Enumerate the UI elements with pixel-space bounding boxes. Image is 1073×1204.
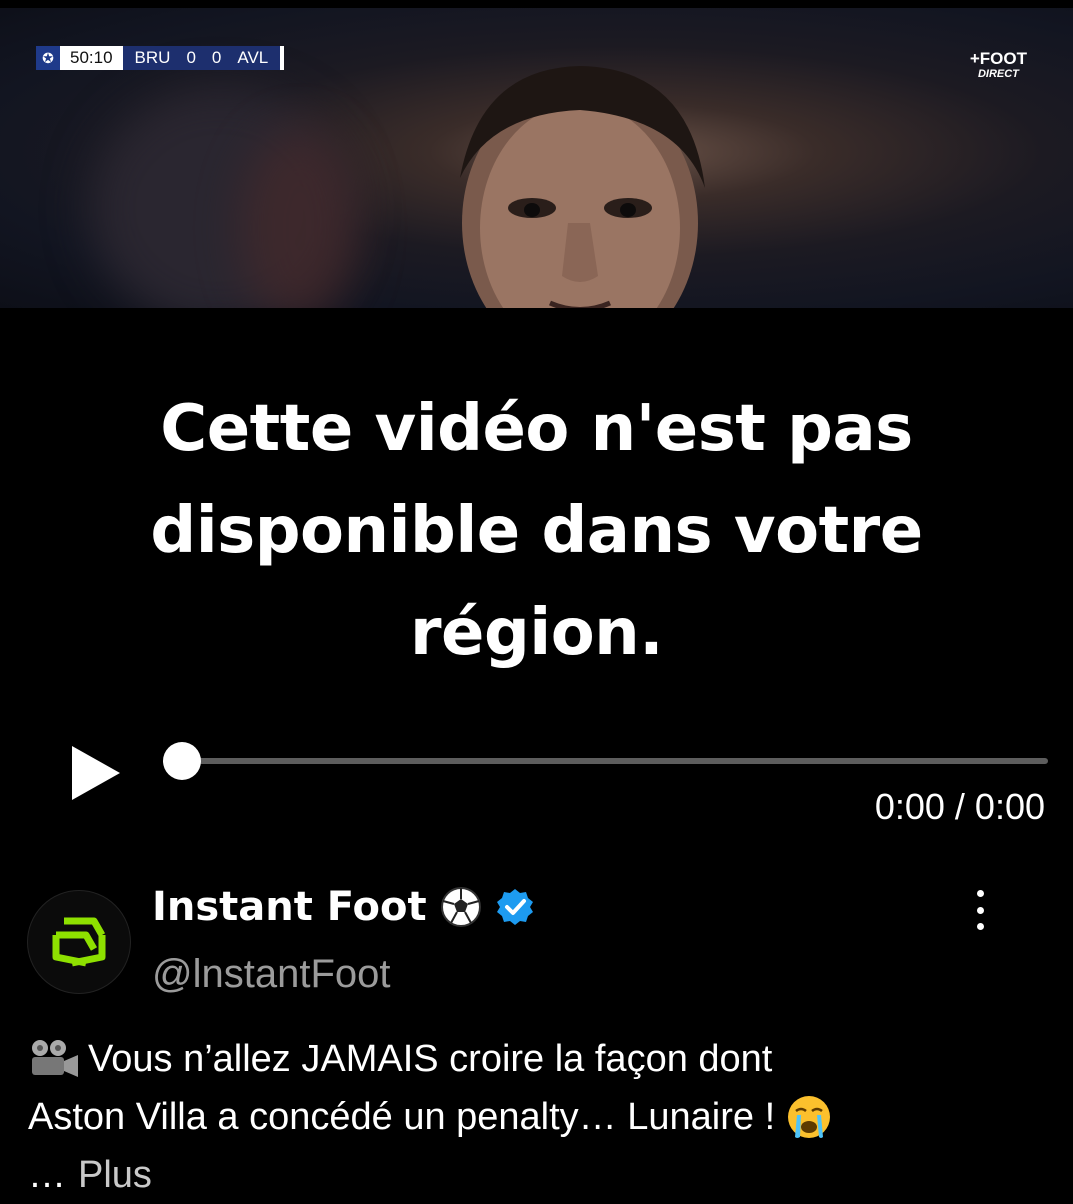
home-score: 0	[186, 48, 196, 67]
dot	[976, 890, 984, 897]
tweet-line: … Plus	[28, 1146, 1048, 1204]
match-clock: 50:10	[60, 46, 123, 70]
crying-face-icon	[785, 1093, 833, 1141]
scoreboard-edge	[280, 46, 285, 70]
show-more-link[interactable]: Plus	[78, 1146, 152, 1204]
scoreboard: ✪ 50:10 BRU 0 0 AVL	[36, 46, 285, 70]
tweet-text-line1: Vous n’allez JAMAIS croire la façon dont	[88, 1038, 773, 1080]
background-blur	[240, 128, 360, 308]
soccer-ball-icon	[439, 885, 483, 929]
video-unavailable-message: Cette vidéo n'est pas disponible dans vo…	[150, 392, 923, 670]
player-face-image	[460, 66, 705, 308]
author-handle[interactable]: @lnstantFoot	[152, 952, 391, 997]
more-vertical-icon[interactable]	[966, 890, 994, 930]
channel-logo: +FOOT DIRECT	[970, 50, 1027, 80]
display-name[interactable]: Instant Foot	[152, 884, 427, 930]
tweet-line: Aston Villa a concédé un penalty… Lunair…	[28, 1088, 1048, 1146]
champions-league-icon: ✪	[36, 46, 60, 70]
movie-camera-icon	[28, 1039, 80, 1079]
time-readout: 0:00 / 0:00	[874, 786, 1045, 827]
scrubber-handle[interactable]	[163, 742, 201, 780]
score-teams: BRU 0 0 AVL	[122, 46, 281, 70]
progress-track[interactable]	[182, 758, 1048, 764]
away-score: 0	[211, 48, 222, 67]
tweet-text-line2: Aston Villa a concédé un penalty… Lunair…	[28, 1096, 776, 1138]
away-team: AVL	[237, 48, 269, 67]
video-thumbnail[interactable]: ✪ 50:10 BRU 0 0 AVL +FOOT DIRECT	[0, 8, 1073, 308]
dot	[976, 923, 984, 930]
instant-foot-logo-icon	[52, 917, 106, 967]
author-name-row[interactable]: Instant Foot	[152, 884, 535, 930]
tweet-text: Vous n’allez JAMAIS croire la façon dont…	[28, 1030, 1048, 1204]
tweet-line: Vous n’allez JAMAIS croire la façon dont	[28, 1030, 1048, 1088]
text-ellipsis: …	[28, 1154, 66, 1196]
dot	[976, 906, 984, 914]
channel-logo-live: DIRECT	[977, 68, 1019, 80]
play-icon[interactable]	[72, 746, 120, 800]
avatar[interactable]	[27, 890, 131, 994]
channel-logo-name: +FOOT	[969, 49, 1027, 68]
home-team: BRU	[134, 48, 171, 67]
verified-badge-icon[interactable]	[495, 887, 535, 927]
